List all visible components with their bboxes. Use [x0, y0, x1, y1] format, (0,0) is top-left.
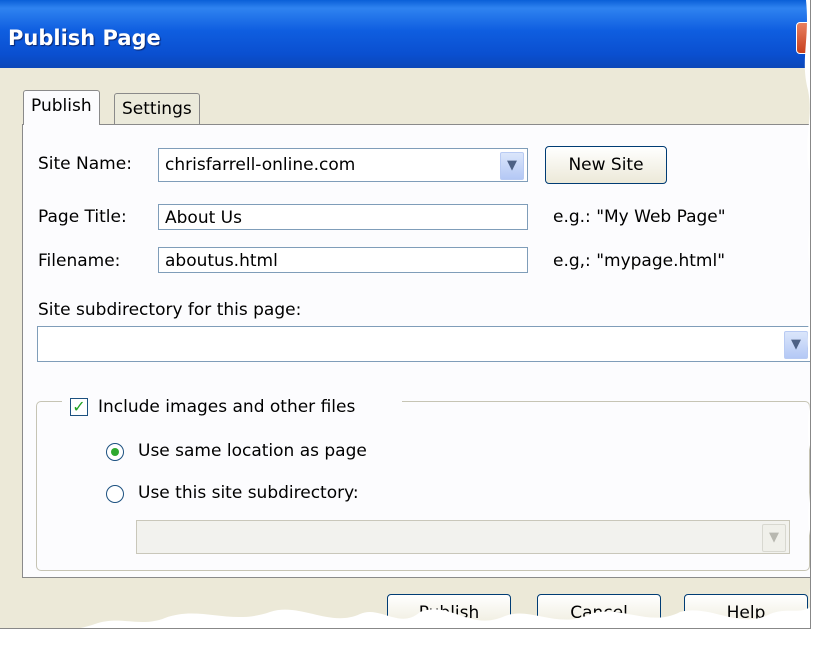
radio-same-location-label: Use same location as page: [138, 441, 367, 461]
cancel-button[interactable]: Cancel: [537, 594, 661, 628]
site-name-label: Site Name:: [38, 154, 132, 174]
publish-button[interactable]: Publish: [387, 594, 511, 628]
chevron-down-icon[interactable]: ▼: [784, 331, 808, 359]
groupbox-header: ✓ Include images and other files: [62, 394, 402, 420]
page-title-input[interactable]: About Us: [158, 204, 528, 230]
site-name-select[interactable]: chrisfarrell-online.com ▼: [158, 148, 528, 182]
filename-hint: e.g,: "mypage.html": [553, 251, 726, 271]
radio-site-subdirectory-label: Use this site subdirectory:: [138, 483, 359, 503]
publish-page-dialog: Publish Page Publish Settings Site Name:…: [0, 0, 811, 629]
include-images-label: Include images and other files: [98, 397, 356, 417]
filename-input[interactable]: aboutus.html: [158, 247, 528, 273]
chevron-down-icon: ▼: [762, 524, 786, 552]
radio-same-location[interactable]: [106, 443, 124, 461]
subdirectory-label: Site subdirectory for this page:: [38, 300, 302, 320]
subdirectory-select[interactable]: ▼: [37, 326, 810, 362]
page-title-hint: e.g.: "My Web Page": [553, 207, 726, 227]
images-subdirectory-select[interactable]: ▼: [136, 520, 790, 554]
new-site-button[interactable]: New Site: [545, 146, 667, 184]
page-title-label: Page Title:: [38, 207, 127, 227]
chevron-down-icon[interactable]: ▼: [500, 152, 524, 180]
help-button[interactable]: Help: [684, 594, 808, 628]
filename-label: Filename:: [38, 251, 121, 271]
site-name-value: chrisfarrell-online.com: [165, 155, 356, 175]
include-images-checkbox[interactable]: ✓: [70, 398, 88, 416]
radio-site-subdirectory[interactable]: [106, 485, 124, 503]
